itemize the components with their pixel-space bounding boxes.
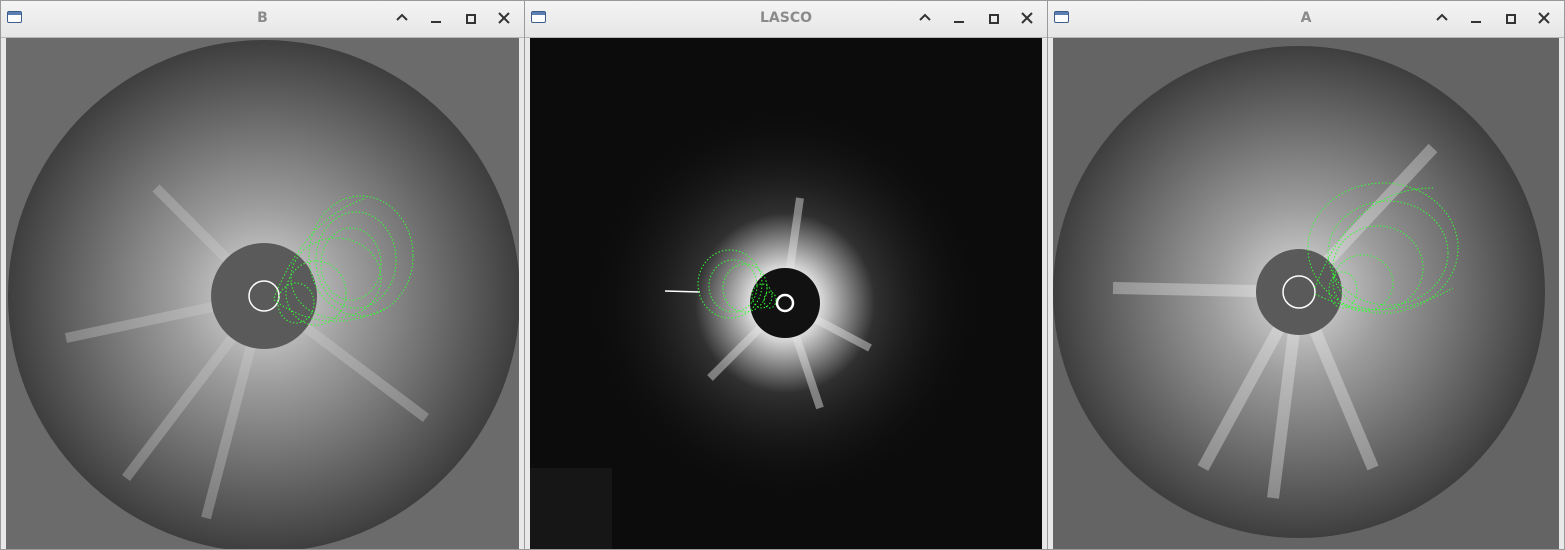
occulter-disk — [1256, 249, 1342, 335]
image-panel — [530, 38, 1042, 549]
image-panel — [6, 38, 519, 549]
maximize-icon[interactable] — [1501, 9, 1519, 27]
titlebar[interactable]: LASCO — [525, 1, 1047, 38]
minimize-icon[interactable] — [950, 9, 968, 27]
close-icon[interactable] — [1018, 9, 1036, 27]
maximize-icon[interactable] — [984, 9, 1002, 27]
coronagraph-image — [530, 38, 1042, 549]
corner-block — [530, 468, 612, 549]
occulter-disk — [211, 243, 317, 349]
window-a[interactable]: A — [1047, 0, 1565, 550]
window-title: B — [257, 10, 268, 26]
shade-icon[interactable] — [1433, 9, 1451, 27]
titlebar[interactable]: A — [1048, 1, 1564, 38]
occulter-disk — [750, 268, 820, 338]
minimize-icon[interactable] — [1467, 9, 1485, 27]
close-icon[interactable] — [495, 9, 513, 27]
minimize-icon[interactable] — [427, 9, 445, 27]
occulter-pylon — [664, 290, 701, 293]
window-title: LASCO — [759, 10, 812, 26]
image-panel — [1053, 38, 1559, 549]
window-lasco[interactable]: LASCO — [524, 0, 1048, 550]
coronagraph-image — [8, 40, 519, 549]
coronagraph-image — [1053, 46, 1545, 538]
shade-icon[interactable] — [393, 9, 411, 27]
window-b[interactable]: B — [0, 0, 525, 550]
window-title: A — [1300, 10, 1312, 26]
maximize-icon[interactable] — [461, 9, 479, 27]
close-icon[interactable] — [1535, 9, 1553, 27]
titlebar[interactable]: B — [1, 1, 524, 38]
shade-icon[interactable] — [916, 9, 934, 27]
